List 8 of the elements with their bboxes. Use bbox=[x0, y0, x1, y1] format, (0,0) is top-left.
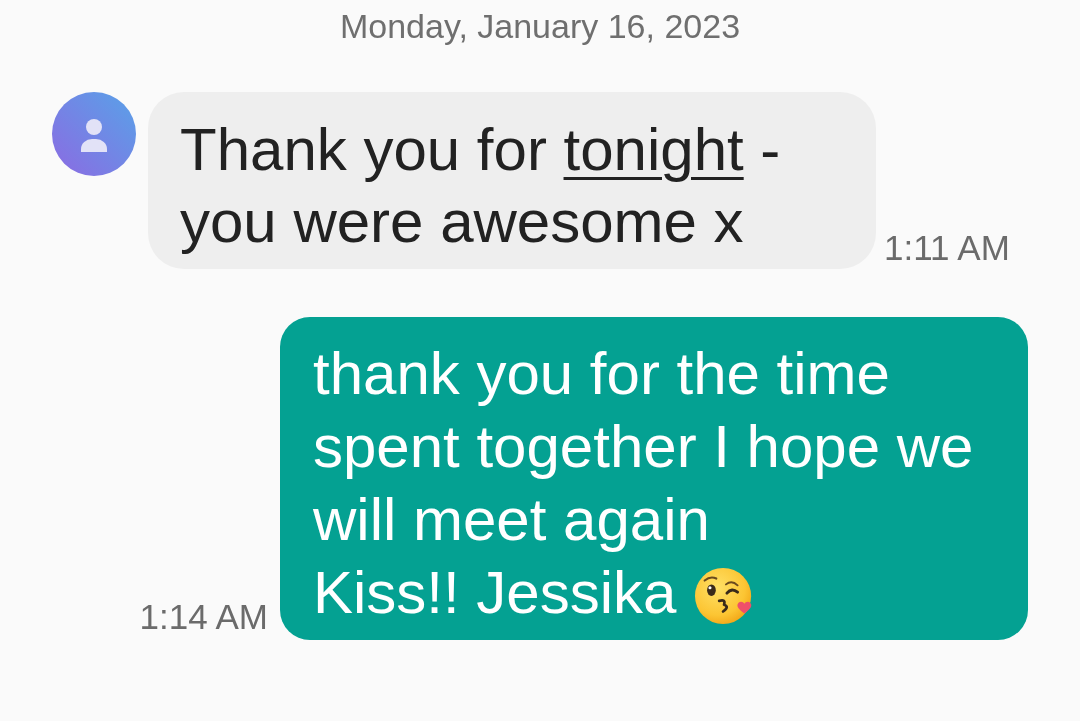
avatar-icon bbox=[52, 92, 136, 176]
message-time: 1:11 AM bbox=[884, 228, 1010, 268]
date-header: Monday, January 16, 2023 bbox=[339, 6, 741, 46]
message-text: thank you for the time spent together I hope we will meet again bbox=[313, 340, 974, 553]
link[interactable]: tonight bbox=[563, 116, 744, 183]
message-time: 1:14 AM bbox=[139, 597, 268, 637]
message-text: Kiss!! Jessika bbox=[313, 559, 677, 626]
message-text: Thank you for tonight - you were awesome x bbox=[180, 116, 781, 255]
